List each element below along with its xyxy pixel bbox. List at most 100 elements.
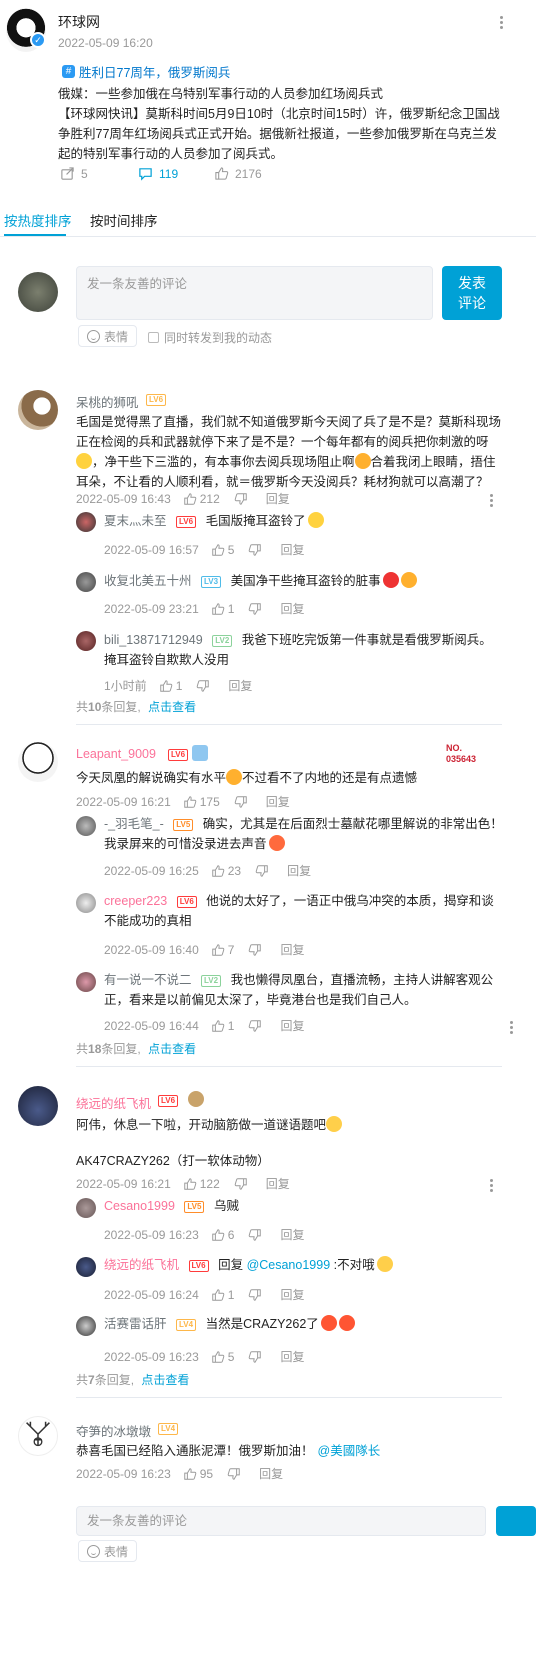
author-name[interactable]: 环球网 [58,12,100,32]
avatar[interactable] [18,1086,58,1126]
comment-stat[interactable]: 119 [138,166,178,181]
reply-username[interactable]: -_羽毛笔_- [104,817,164,831]
dislike-button[interactable] [248,1350,262,1364]
more-vertical-icon[interactable] [490,1179,494,1192]
reply-button[interactable]: 回复 [280,1226,304,1243]
reply-button[interactable]: 回复 [259,1465,283,1482]
tab-hot[interactable]: 按热度排序 [4,210,72,230]
dislike-button[interactable] [248,1288,262,1302]
reply-button[interactable]: 回复 [280,941,304,958]
like-button[interactable]: 1 [211,1019,234,1033]
avatar[interactable] [76,512,96,532]
more-vertical-icon[interactable] [490,494,494,507]
avatar[interactable] [18,1416,58,1456]
like-button[interactable]: 6 [211,1228,234,1242]
mention-link[interactable]: @美國隊长 [318,1444,381,1458]
reply-username[interactable]: 夏末灬未至 [104,514,167,528]
reply-username[interactable]: 有一说一不说二 [104,973,192,987]
avatar[interactable] [76,816,96,836]
comment-username[interactable]: 夺笋的冰墩墩 [76,1421,151,1440]
avatar[interactable] [76,572,96,592]
send-comment-button[interactable]: 发表 评论 [442,266,502,320]
bottom-emoji-button[interactable]: 表情 [78,1540,138,1562]
checkbox-box[interactable] [148,332,159,343]
avatar[interactable] [18,390,58,430]
avatar[interactable] [76,1316,96,1336]
share-stat[interactable]: 5 [60,166,88,181]
total-suffix: 条回复, [101,1042,141,1056]
comment-text-part: 毛国是觉得黑了直播，我们就不知道俄罗斯今天阅了兵了是不是？莫斯科现场正在检阅的兵… [76,415,502,449]
bottom-send-button[interactable] [496,1506,536,1536]
dislike-button[interactable] [227,1467,241,1481]
topic-link[interactable]: # 胜利日77周年，俄罗斯阅兵 [62,62,230,81]
dislike-icon [249,602,262,615]
mention-link[interactable]: @Cesano1999 [247,1258,331,1272]
reply-button[interactable]: 回复 [287,862,311,879]
reply-username[interactable]: bili_13871712949 [104,633,203,647]
avatar[interactable] [76,893,96,913]
reply-button[interactable]: 回复 [280,541,304,558]
reply-button[interactable]: 回复 [266,490,290,507]
view-more-link[interactable]: 点击查看 [148,1042,196,1056]
reply-button[interactable]: 回复 [280,600,304,617]
reply-button[interactable]: 回复 [228,677,252,694]
dislike-button[interactable] [234,795,248,809]
comment-username[interactable]: 绕远的纸飞机 [76,1093,151,1112]
view-more-link[interactable]: 点击查看 [148,700,196,714]
like-button[interactable]: 95 [183,1467,213,1481]
reply-button[interactable]: 回复 [266,793,290,810]
tab-time[interactable]: 按时间排序 [90,210,158,230]
avatar[interactable] [76,972,96,992]
comment-input[interactable]: 发一条友善的评论 [76,266,433,320]
like-count: 5 [227,1349,235,1364]
comment-time: 2022-05-09 16:43 [76,491,171,506]
like-button[interactable]: 1 [211,602,234,616]
view-more-link[interactable]: 点击查看 [141,1373,189,1387]
like-button[interactable]: 5 [211,1349,235,1364]
dislike-button[interactable] [234,1177,248,1191]
reply-button[interactable]: 回复 [280,1286,304,1303]
avatar[interactable] [76,1257,96,1277]
avatar[interactable] [76,1198,96,1218]
comment-text: 今天凤凰的解说确实有水平 不过看不了内地的还是有点遗憾 [76,768,504,788]
more-vertical-icon[interactable] [510,1021,514,1034]
comment-username[interactable]: 呆桃的狮吼 [76,392,139,411]
like-stat[interactable]: 2176 [214,166,262,181]
forward-label: 同时转发到我的动态 [164,331,273,345]
dislike-button[interactable] [196,679,210,693]
forward-checkbox[interactable]: 同时转发到我的动态 [148,329,272,346]
reply-username[interactable]: 绕远的纸飞机 [104,1258,179,1272]
dislike-button[interactable] [248,943,262,957]
comment-username[interactable]: Leapant_9009 [76,747,156,761]
reply-username[interactable]: 活赛雷话肝 [104,1317,167,1331]
reply-username[interactable]: Cesano1999 [104,1199,175,1213]
dislike-button[interactable] [248,602,262,616]
comment-meta: 2022-05-09 16:43 212 回复 [76,490,290,507]
like-button[interactable]: 7 [211,943,234,957]
dislike-button[interactable] [234,492,248,506]
like-button[interactable]: 5 [211,543,234,557]
reply-button[interactable]: 回复 [266,1175,290,1192]
reply-button[interactable]: 回复 [280,1017,304,1034]
reply-username[interactable]: creeper223 [104,894,167,908]
like-button[interactable]: 212 [183,492,220,506]
more-vertical-icon[interactable] [500,16,504,29]
like-button[interactable]: 23 [211,864,241,878]
like-button[interactable]: 175 [183,795,220,809]
like-button[interactable]: 122 [183,1177,220,1191]
dislike-button[interactable] [248,543,262,557]
like-icon [212,1288,225,1301]
bottom-comment-input[interactable]: 发一条友善的评论 [76,1506,486,1536]
like-button[interactable]: 1 [159,679,182,693]
avatar[interactable] [76,631,96,651]
reply-username[interactable]: 收复北美五十州 [104,574,192,588]
dislike-button[interactable] [248,1228,262,1242]
dislike-button[interactable] [255,864,269,878]
divider [76,724,502,725]
avatar[interactable] [18,742,58,782]
emoji-button[interactable]: 表情 [78,325,138,347]
reply-button[interactable]: 回复 [280,1348,304,1365]
like-icon [212,1019,225,1032]
like-button[interactable]: 1 [211,1288,234,1302]
dislike-button[interactable] [248,1019,262,1033]
